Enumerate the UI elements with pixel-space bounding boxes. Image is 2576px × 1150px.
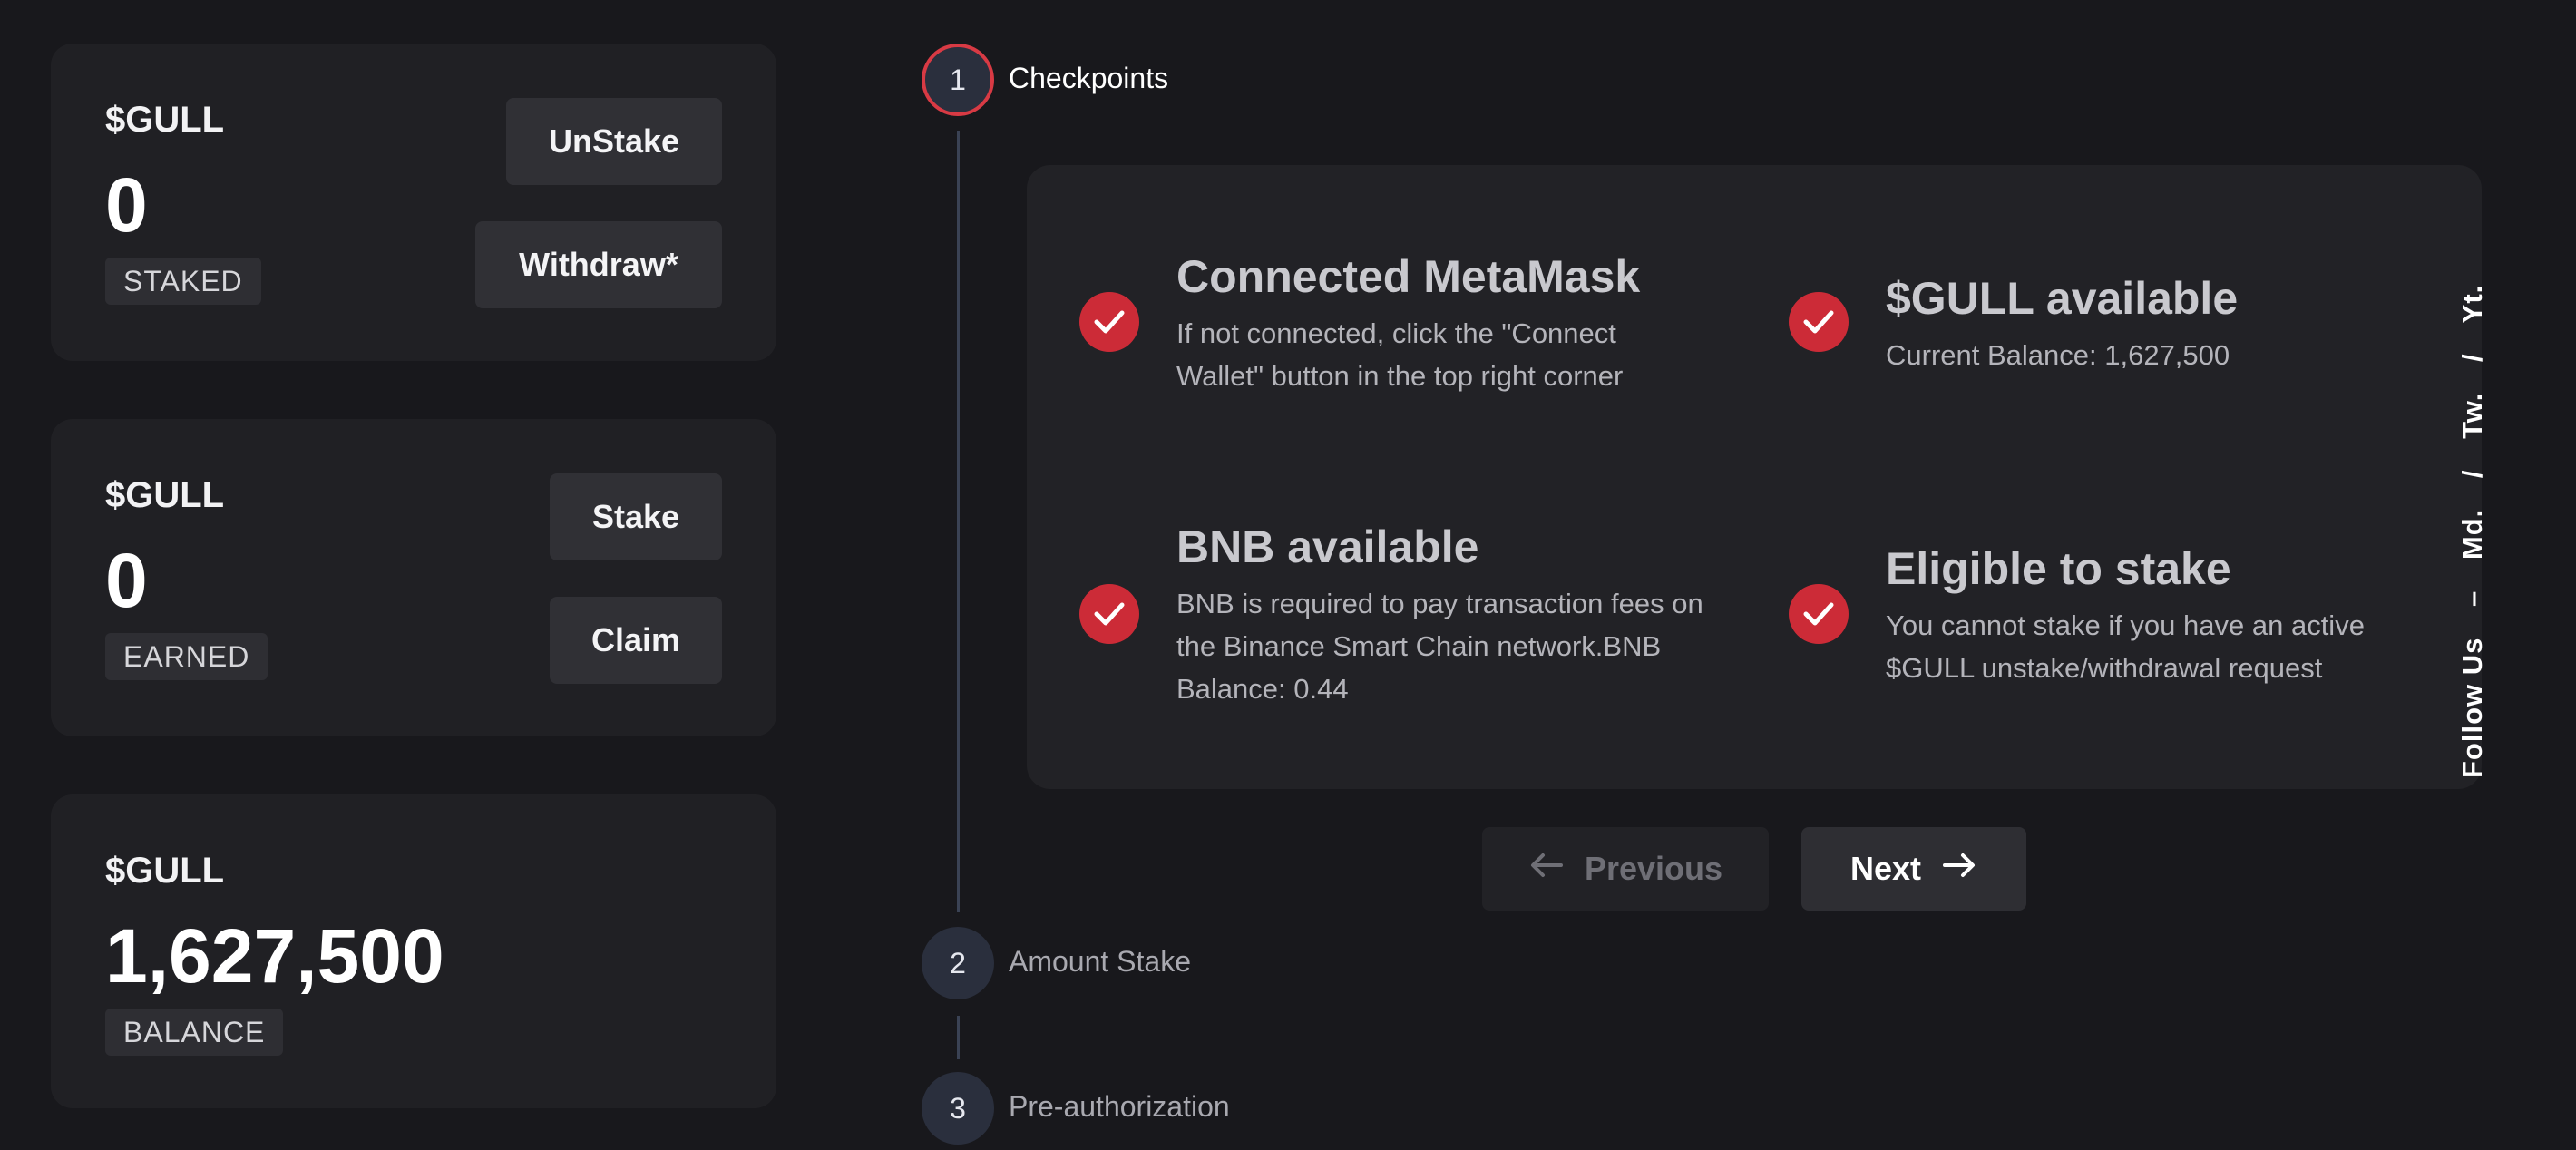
balance-tag: BALANCE [105, 1009, 284, 1056]
token-symbol: $GULL [105, 475, 225, 515]
social-link-tw[interactable]: Tw. [2456, 393, 2488, 439]
step-number-2[interactable]: 2 [922, 927, 994, 999]
check-icon [1789, 292, 1849, 352]
balance-card: $GULL 1,627,500 BALANCE [51, 794, 776, 1108]
checkpoint-title: $GULL available [1886, 273, 2239, 324]
withdraw-button[interactable]: Withdraw* [475, 221, 722, 308]
previous-button[interactable]: Previous [1482, 827, 1769, 911]
social-link-yt[interactable]: Yt. [2456, 285, 2488, 324]
checkpoint-title: Connected MetaMask [1176, 251, 1641, 302]
social-separator: / [2456, 353, 2488, 363]
step-number-1[interactable]: 1 [922, 44, 994, 116]
stepper-rail [957, 1016, 960, 1059]
checkpoint-description: Current Balance: 1,627,500 [1886, 339, 2230, 371]
social-dash: – [2456, 590, 2488, 607]
checkpoint-title: Eligible to stake [1886, 543, 2231, 594]
arrow-left-icon [1528, 850, 1565, 888]
token-symbol: $GULL [105, 851, 225, 891]
staked-card: $GULL 0 STAKED UnStake Withdraw* [51, 44, 776, 361]
checkpoint-description: BNB is required to pay transaction fees … [1176, 588, 1703, 705]
earned-amount: 0 [105, 538, 148, 623]
earned-tag: EARNED [105, 633, 268, 680]
staked-tag: STAKED [105, 258, 261, 305]
previous-label: Previous [1584, 850, 1723, 887]
checkpoints-panel: Connected MetaMask If not connected, cli… [1027, 165, 2482, 789]
checkpoint-description: You cannot stake if you have an active $… [1886, 609, 2365, 684]
earned-card: $GULL 0 EARNED Stake Claim [51, 419, 776, 736]
token-symbol: $GULL [105, 100, 225, 140]
social-separator: / [2456, 469, 2488, 479]
step-label-amount-stake[interactable]: Amount Stake [1009, 945, 1191, 979]
claim-button[interactable]: Claim [550, 597, 722, 684]
step-number-3[interactable]: 3 [922, 1072, 994, 1145]
checkpoint-title: BNB available [1176, 521, 1479, 572]
step-label-checkpoints[interactable]: Checkpoints [1009, 62, 1168, 95]
next-button[interactable]: Next [1801, 827, 2026, 911]
follow-us-label: Follow Us [2456, 637, 2488, 778]
check-icon [1789, 584, 1849, 644]
stepper-rail [957, 131, 960, 912]
social-link-md[interactable]: Md. [2456, 509, 2488, 560]
balance-amount: 1,627,500 [105, 913, 444, 999]
checkpoint-description: If not connected, click the "Connect Wal… [1176, 317, 1624, 392]
step-label-pre-authorization[interactable]: Pre-authorization [1009, 1090, 1230, 1124]
check-icon [1079, 584, 1139, 644]
next-label: Next [1849, 850, 1922, 887]
stake-button[interactable]: Stake [550, 473, 722, 560]
arrow-right-icon [1941, 850, 1977, 888]
unstake-button[interactable]: UnStake [506, 98, 722, 185]
check-icon [1079, 292, 1139, 352]
staked-amount: 0 [105, 162, 148, 248]
